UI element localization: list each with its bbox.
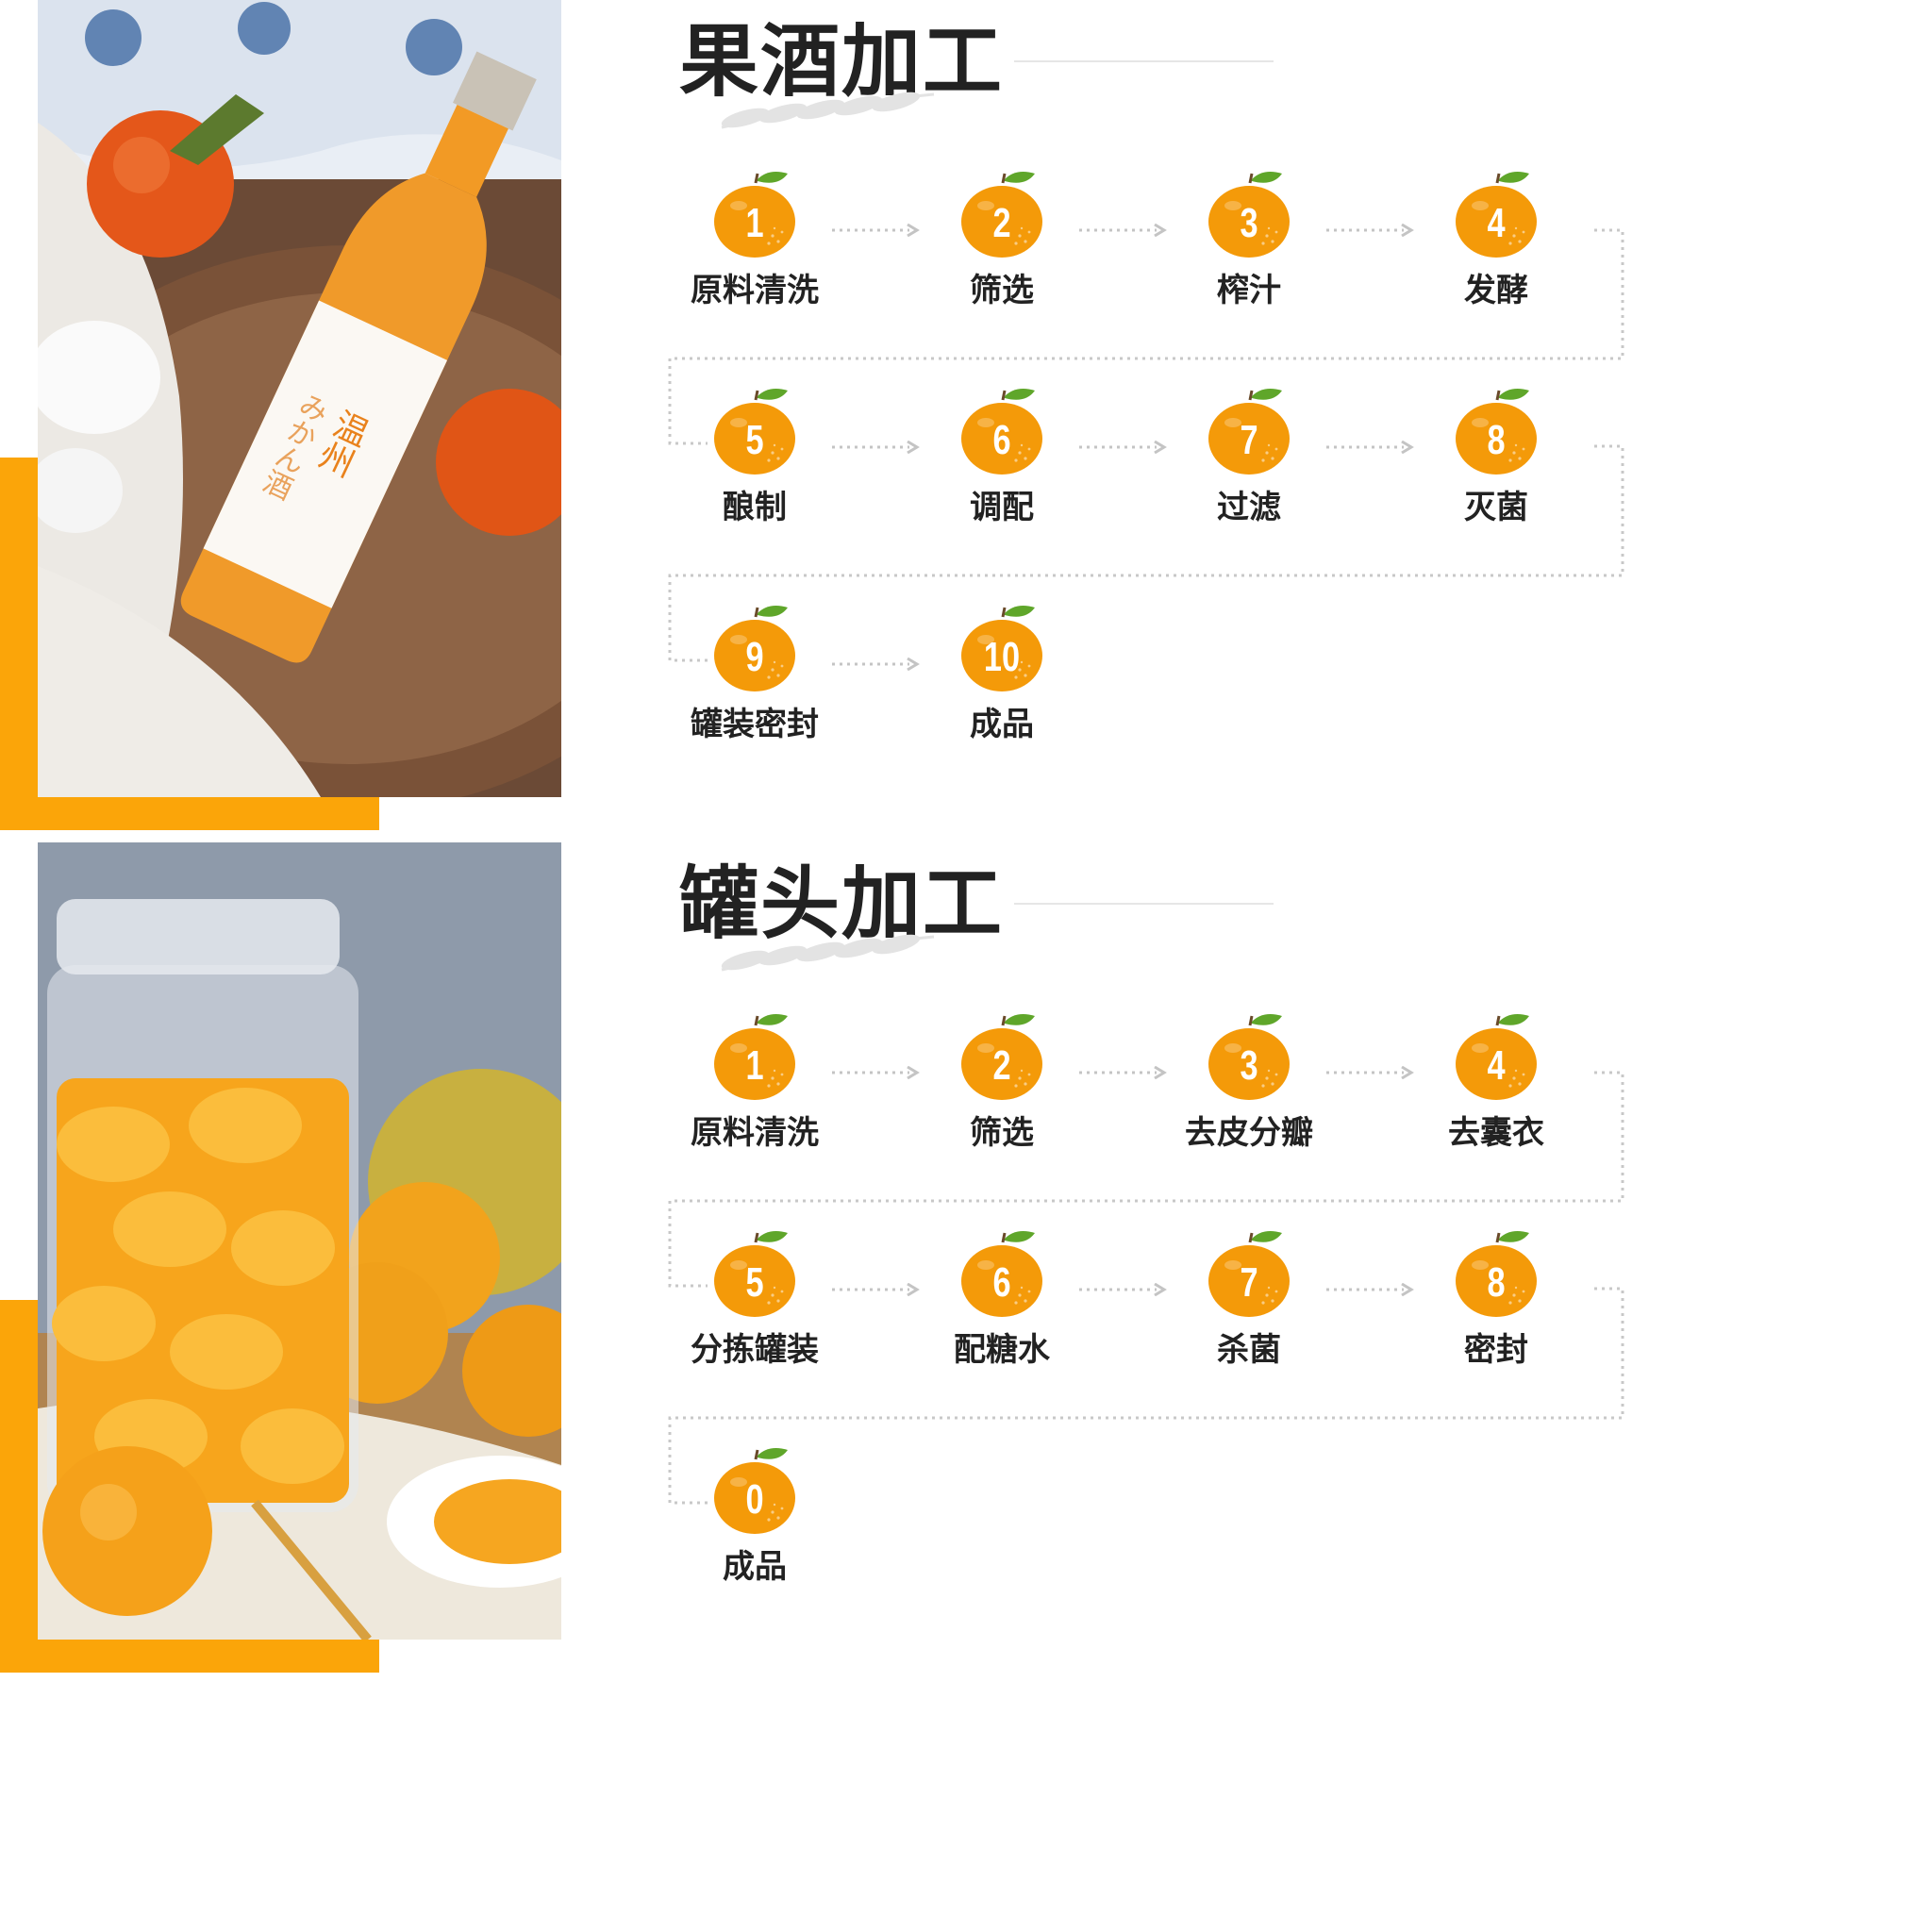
process-step: 1 原料清洗	[660, 1012, 849, 1154]
step-label: 杀菌	[1217, 1331, 1281, 1369]
accent-band-bottom	[0, 797, 379, 830]
process-step: 6 配糖水	[908, 1229, 1096, 1371]
step-number: 5	[745, 1259, 764, 1306]
canned-orange-jar-photo	[38, 842, 561, 1640]
step-number: 7	[1240, 1259, 1258, 1306]
process-step: 2 筛选	[908, 1012, 1096, 1154]
process-step: 10 成品	[908, 604, 1096, 745]
step-label: 过滤	[1217, 489, 1281, 526]
process-step: 9 罐装密封	[660, 604, 849, 745]
process-step: 7 杀菌	[1155, 1229, 1343, 1371]
canned-process-flow: 1 原料清洗 2 筛选 3 去皮分瓣 4 去囊衣 5 分拣罐装 6 配糖水 7 …	[660, 1012, 1641, 1616]
step-number: 4	[1487, 1042, 1506, 1089]
step-label: 酿制	[723, 489, 787, 526]
accent-band	[0, 458, 40, 830]
step-label: 配糖水	[954, 1331, 1050, 1369]
step-number: 6	[992, 1259, 1011, 1306]
step-number: 0	[745, 1476, 764, 1523]
step-label: 灭菌	[1464, 489, 1528, 526]
step-number: 8	[1487, 417, 1506, 463]
process-step: 3 榨汁	[1155, 170, 1343, 311]
process-step: 4 去囊衣	[1402, 1012, 1591, 1154]
step-number: 8	[1487, 1259, 1506, 1306]
title-divider	[1014, 60, 1274, 62]
step-label: 榨汁	[1217, 272, 1281, 309]
step-label: 筛选	[970, 272, 1034, 309]
process-step: 2 筛选	[908, 170, 1096, 311]
process-step: 8 密封	[1402, 1229, 1591, 1371]
canned-section: 罐头加工 1 原料清洗 2 筛选 3 去皮分瓣 4 去囊衣 5 分拣罐装 6 配…	[0, 842, 1932, 1673]
step-label: 筛选	[970, 1114, 1034, 1152]
step-label: 发酵	[1464, 272, 1528, 309]
section-title-wrap: 果酒加工	[679, 9, 1283, 129]
step-label: 罐装密封	[691, 706, 819, 743]
step-number: 4	[1487, 200, 1506, 246]
step-number: 6	[992, 417, 1011, 463]
wheat-deco-icon	[721, 934, 935, 972]
step-number: 1	[745, 1042, 764, 1089]
step-number: 5	[745, 417, 764, 463]
process-step: 4 发酵	[1402, 170, 1591, 311]
wine-process-flow: 1 原料清洗 2 筛选 3 榨汁 4 发酵 5 酿制 6 调配 7 过滤 8 灭…	[660, 170, 1641, 774]
title-divider	[1014, 903, 1274, 905]
step-label: 去囊衣	[1448, 1114, 1544, 1152]
step-label: 原料清洗	[691, 272, 819, 309]
step-label: 成品	[970, 706, 1034, 743]
step-number: 2	[992, 200, 1011, 246]
process-step: 5 酿制	[660, 387, 849, 528]
process-step: 3 去皮分瓣	[1155, 1012, 1343, 1154]
step-number: 10	[983, 634, 1021, 680]
process-step: 6 调配	[908, 387, 1096, 528]
step-number: 1	[745, 200, 764, 246]
process-step: 5 分拣罐装	[660, 1229, 849, 1371]
step-number: 3	[1240, 1042, 1258, 1089]
step-number: 9	[745, 634, 764, 680]
step-number: 7	[1240, 417, 1258, 463]
step-number: 2	[992, 1042, 1011, 1089]
process-step: 0 成品	[660, 1446, 849, 1588]
fruit-wine-section: 温州 みかん酒 果酒加工 1 原料清洗 2 筛选 3 榨汁 4 发酵 5 酿制 …	[0, 0, 1932, 830]
process-step: 7 过滤	[1155, 387, 1343, 528]
step-label: 原料清洗	[691, 1114, 819, 1152]
step-label: 分拣罐装	[691, 1331, 819, 1369]
step-label: 去皮分瓣	[1185, 1114, 1313, 1152]
step-label: 密封	[1464, 1331, 1528, 1369]
wine-bottle-photo: 温州 みかん酒	[38, 0, 561, 797]
step-label: 成品	[723, 1548, 787, 1586]
accent-band-bottom	[0, 1640, 379, 1673]
accent-band	[0, 1300, 40, 1673]
step-label: 调配	[970, 489, 1034, 526]
process-step: 8 灭菌	[1402, 387, 1591, 528]
step-number: 3	[1240, 200, 1258, 246]
wheat-deco-icon	[721, 92, 935, 129]
section-title-wrap: 罐头加工	[679, 852, 1283, 972]
process-step: 1 原料清洗	[660, 170, 849, 311]
